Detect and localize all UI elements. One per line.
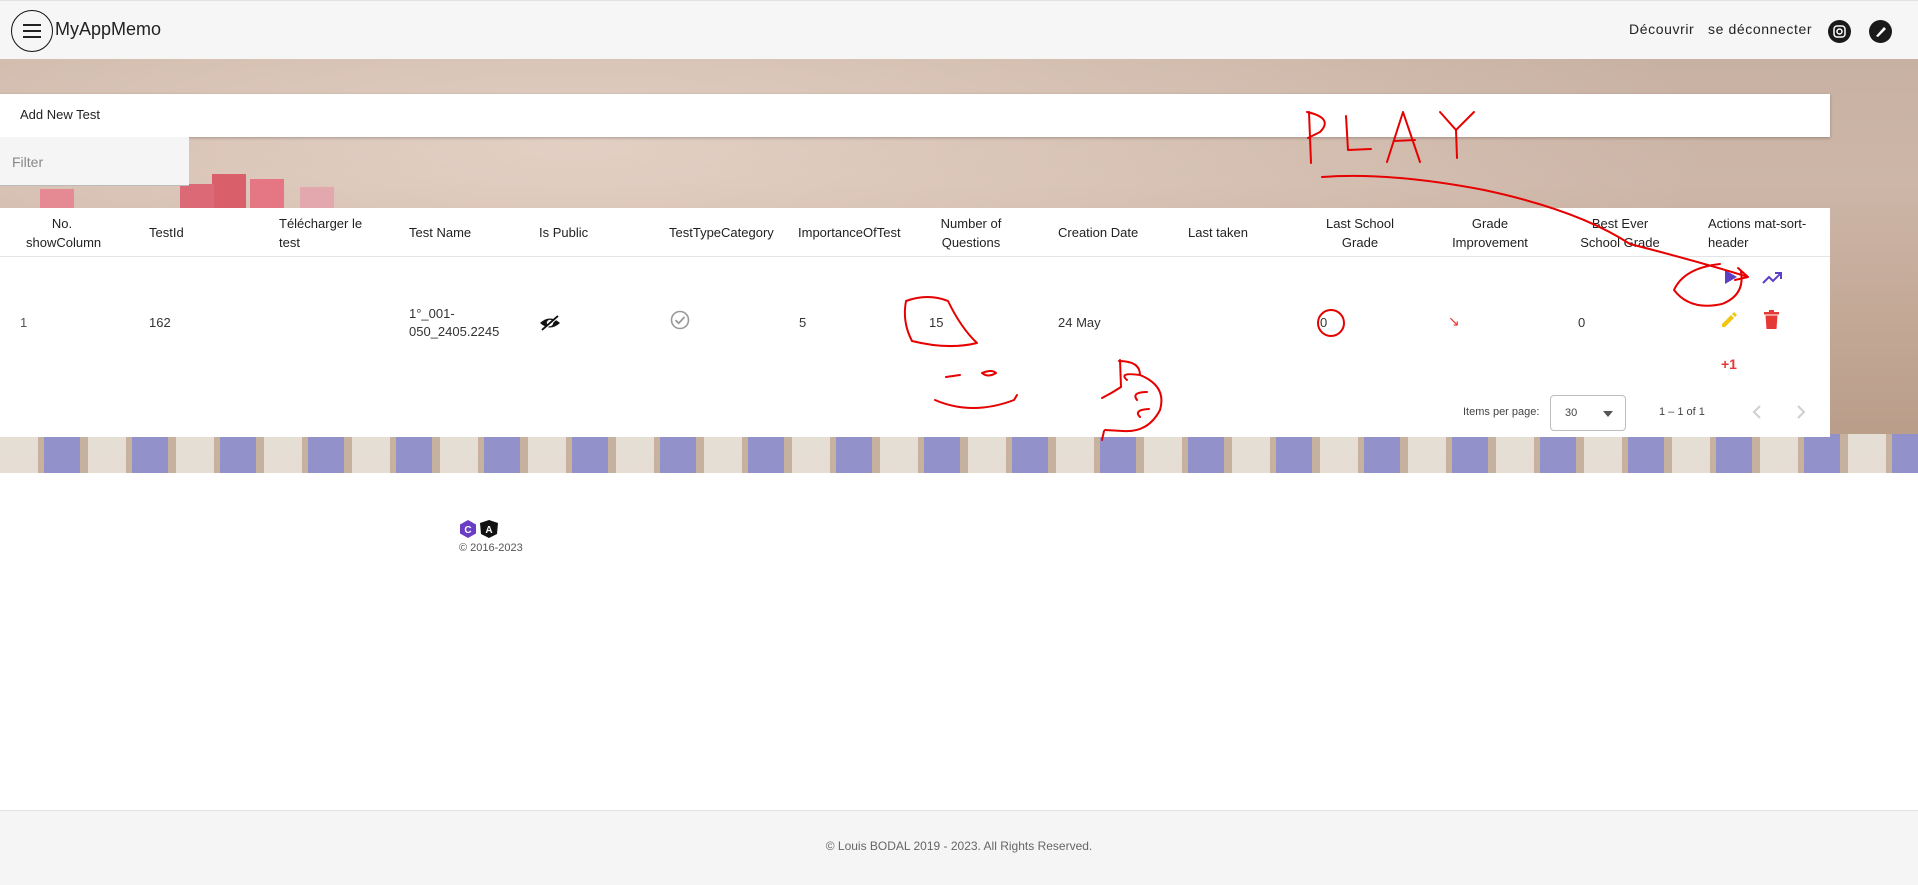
header-test-name[interactable]: Test Name xyxy=(409,223,471,242)
header-download-line1: Télécharger le xyxy=(279,216,363,231)
page-size-value: 30 xyxy=(1565,407,1578,419)
page-size-select[interactable]: 30 xyxy=(1550,395,1626,431)
footer-rights-text: © Louis BODAL 2019 - 2023. All Rights Re… xyxy=(825,839,1093,853)
theme-toggle-icon[interactable] xyxy=(1869,20,1892,43)
header-creation-date[interactable]: Creation Date xyxy=(1058,223,1138,242)
header-no[interactable]: No. showColumn xyxy=(26,214,102,252)
paginator-label: Items per page: xyxy=(1463,406,1540,418)
header-no-line2: showColumn xyxy=(26,235,102,250)
app-title[interactable]: MyAppMemo xyxy=(55,19,161,40)
header-improvement[interactable]: Grade Improvement xyxy=(1448,214,1532,252)
svg-text:A: A xyxy=(485,525,492,536)
previous-page-icon[interactable] xyxy=(1752,405,1762,424)
menu-button[interactable] xyxy=(11,10,53,52)
filter-placeholder: Filter xyxy=(12,154,44,170)
header-best-grade-line1: Best Ever xyxy=(1591,216,1649,231)
header-download[interactable]: Télécharger le test xyxy=(279,214,362,252)
nav-logout-link[interactable]: se déconnecter xyxy=(1708,21,1812,37)
check-circle-icon xyxy=(670,310,690,335)
add-new-test-button[interactable]: Add New Test xyxy=(20,107,100,122)
angular-logo-icon: A xyxy=(480,520,498,538)
cell-importance: 5 xyxy=(799,315,807,330)
cell-test-id: 162 xyxy=(149,315,171,330)
header-divider xyxy=(0,256,1830,257)
next-page-icon[interactable] xyxy=(1796,405,1806,424)
header-last-grade[interactable]: Last School Grade xyxy=(1318,214,1402,252)
visibility-off-icon[interactable] xyxy=(539,314,561,337)
page-footer: © Louis BODAL 2019 - 2023. All Rights Re… xyxy=(0,810,1918,885)
header-is-public[interactable]: Is Public xyxy=(539,223,588,242)
tests-table: No. showColumn TestId Télécharger le tes… xyxy=(0,208,1830,437)
header-improvement-line1: Grade xyxy=(1471,216,1509,231)
header-test-id[interactable]: TestId xyxy=(149,223,184,242)
header-actions-line2: header xyxy=(1708,235,1749,250)
cell-no: 1 xyxy=(20,315,28,330)
header-no-line1: No. xyxy=(51,216,73,231)
instagram-glyph-icon xyxy=(1833,25,1846,38)
trending-down-icon: ↘ xyxy=(1448,313,1460,329)
paginator-range: 1 – 1 of 1 xyxy=(1659,406,1705,418)
plus-one-button[interactable]: +1 xyxy=(1721,356,1737,372)
header-best-grade[interactable]: Best Ever School Grade xyxy=(1578,214,1662,252)
header-download-line2: test xyxy=(279,235,300,250)
header-last-taken[interactable]: Last taken xyxy=(1188,223,1248,242)
header-category[interactable]: TestTypeCategory xyxy=(669,223,774,242)
csharp-logo-icon: C xyxy=(460,520,476,538)
footer-copyright: © 2016-2023 xyxy=(459,542,523,554)
edit-pencil-icon[interactable] xyxy=(1720,311,1738,334)
filter-field[interactable]: Filter xyxy=(0,137,189,186)
cell-test-name: 1°_001- 050_2405.2245 xyxy=(409,305,499,341)
nav-discover-link[interactable]: Découvrir xyxy=(1629,21,1694,37)
header-importance[interactable]: ImportanceOfTest xyxy=(798,223,901,242)
instagram-icon[interactable] xyxy=(1828,20,1851,43)
header-best-grade-line2: School Grade xyxy=(1580,235,1660,250)
dropdown-arrow-icon xyxy=(1603,411,1613,417)
brush-icon xyxy=(1876,27,1886,37)
cell-test-name-line2: 050_2405.2245 xyxy=(409,324,500,339)
header-improvement-line2: Improvement xyxy=(1452,235,1528,250)
trending-up-icon[interactable] xyxy=(1762,271,1782,290)
top-toolbar: MyAppMemo Découvrir se déconnecter xyxy=(0,0,1918,60)
hamburger-icon xyxy=(23,24,41,38)
cell-last-grade: 0 xyxy=(1320,315,1328,330)
play-icon[interactable] xyxy=(1724,269,1738,290)
cell-num-questions: 15 xyxy=(929,315,944,330)
add-new-test-bar[interactable]: Add New Test xyxy=(0,94,1830,137)
header-num-questions[interactable]: Number of Questions xyxy=(929,214,1013,252)
header-last-grade-line1: Last School xyxy=(1326,216,1394,231)
footer-logos: C A xyxy=(459,520,501,543)
cell-creation-date: 24 May xyxy=(1058,315,1101,330)
svg-text:C: C xyxy=(464,525,471,536)
header-actions[interactable]: Actions mat-sort- header xyxy=(1708,214,1806,252)
header-num-questions-line2: Questions xyxy=(941,235,1001,250)
delete-trash-icon[interactable] xyxy=(1764,310,1779,334)
header-last-grade-line2: Grade xyxy=(1341,235,1379,250)
cell-test-name-line1: 1°_001- xyxy=(409,306,455,321)
cell-best-grade: 0 xyxy=(1578,315,1586,330)
header-num-questions-line1: Number of xyxy=(940,216,1002,231)
header-actions-line1: Actions mat-sort- xyxy=(1708,216,1807,231)
